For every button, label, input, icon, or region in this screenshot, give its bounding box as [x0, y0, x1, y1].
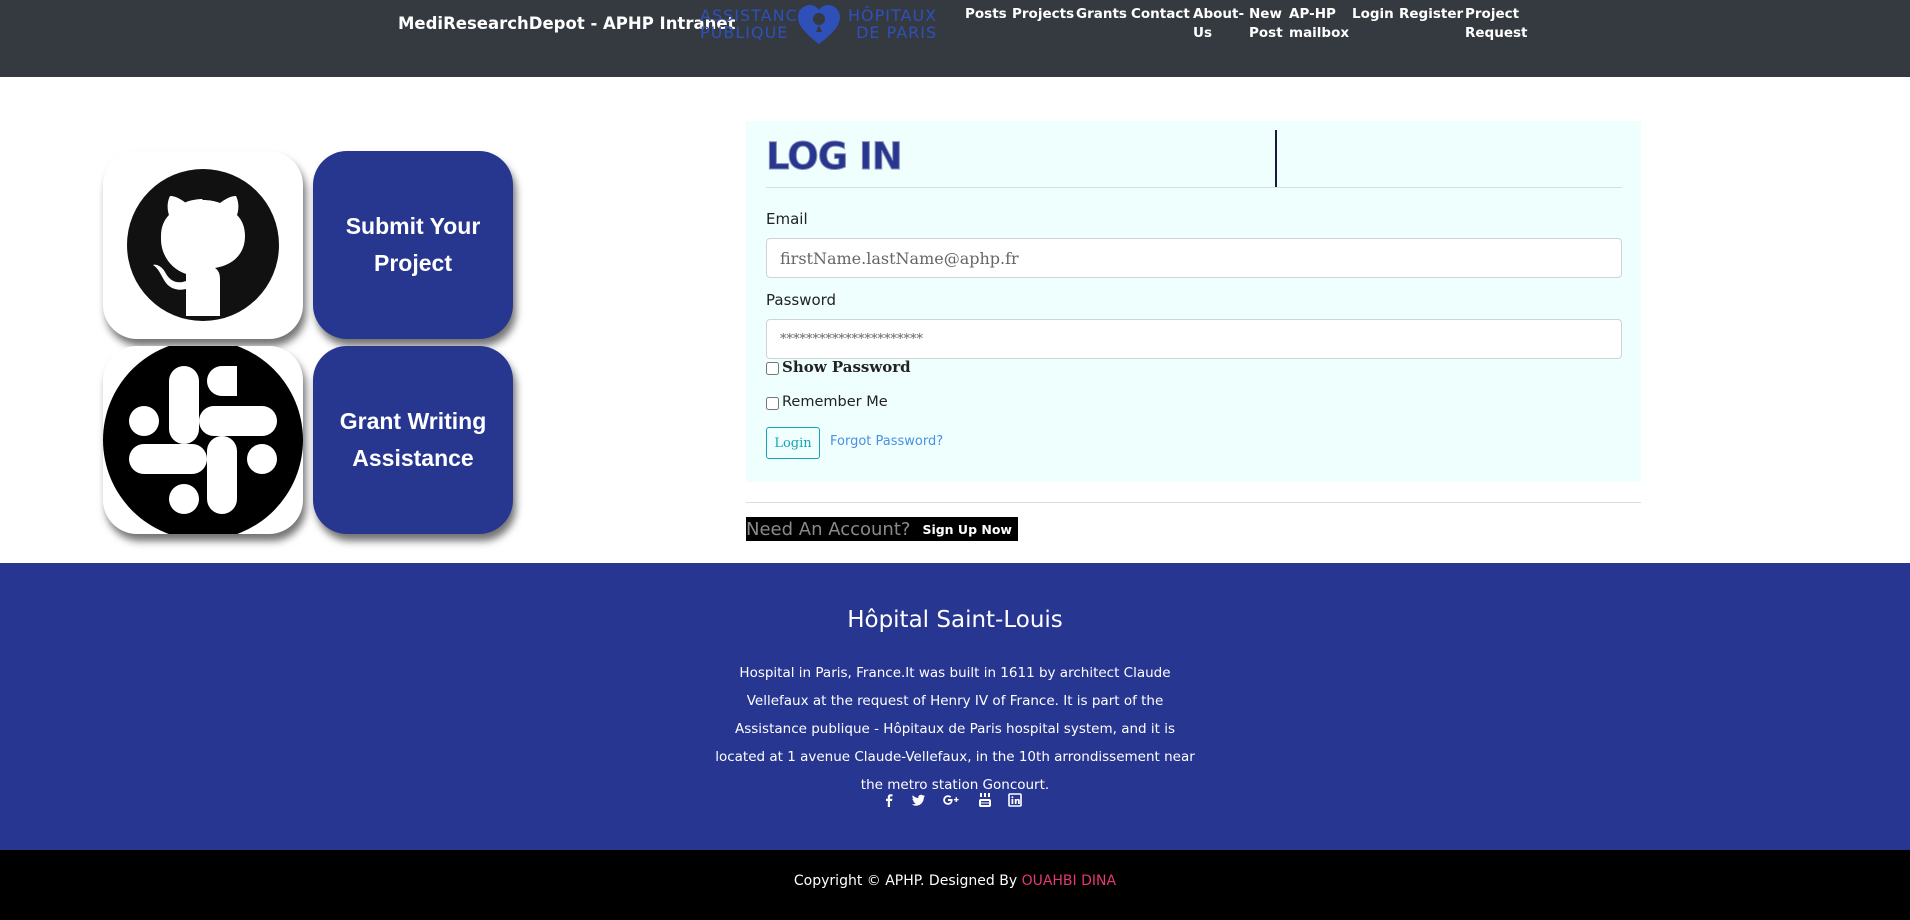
copyright-bar: Copyright © APHP. Designed By OUAHBI DIN…	[0, 850, 1910, 920]
submit-project-tile[interactable]: Submit Your Project	[313, 151, 513, 339]
aphp-logo[interactable]: ASSISTANCE PUBLIQUE HÔPITAUX DE PARIS	[700, 4, 938, 46]
logo-text-left: ASSISTANCE PUBLIQUE	[700, 6, 809, 42]
nav-login[interactable]: Login	[1352, 5, 1394, 24]
footer: Hôpital Saint-Louis Hospital in Paris, F…	[0, 563, 1910, 850]
sign-up-link[interactable]: Sign Up Now	[922, 522, 1012, 537]
title-divider	[766, 187, 1622, 188]
nav-about-us[interactable]: About- Us	[1193, 5, 1244, 43]
nav-contact[interactable]: Contact	[1131, 5, 1190, 24]
need-account-text: Need An Account?	[746, 518, 911, 540]
nav-posts[interactable]: Posts	[965, 5, 1007, 24]
social-links	[870, 789, 1040, 811]
email-label: Email	[766, 210, 808, 228]
github-tile[interactable]	[103, 151, 303, 339]
footer-title: Hôpital Saint-Louis	[847, 607, 1063, 633]
nav-grants[interactable]: Grants	[1076, 5, 1127, 24]
show-password-label[interactable]: Show Password	[782, 358, 911, 376]
logo-text-right: HÔPITAUX DE PARIS	[848, 6, 938, 42]
email-field[interactable]	[766, 238, 1622, 278]
footer-description: Hospital in Paris, France.It was built i…	[715, 665, 1195, 793]
linkedin-icon[interactable]	[1004, 789, 1026, 811]
nav-project-request[interactable]: Project Request	[1465, 5, 1527, 43]
login-button[interactable]: Login	[766, 427, 820, 459]
password-label: Password	[766, 291, 837, 309]
grant-writing-tile[interactable]: Grant Writing Assistance	[313, 346, 513, 534]
nav-new-post[interactable]: New Post	[1249, 5, 1283, 43]
top-navbar: MediResearchDepot - APHP Intranet ASSIST…	[0, 0, 1910, 77]
forgot-password-link[interactable]: Forgot Password?	[830, 434, 943, 449]
slack-tile[interactable]	[103, 346, 303, 534]
remember-me-checkbox[interactable]	[766, 397, 779, 410]
remember-me-label[interactable]: Remember Me	[782, 394, 888, 410]
github-icon	[127, 169, 279, 321]
youtube-icon[interactable]	[974, 789, 996, 811]
google-plus-icon[interactable]	[940, 789, 962, 811]
aphp-heart-icon	[798, 5, 840, 44]
show-password-checkbox[interactable]	[766, 362, 779, 375]
password-field[interactable]	[766, 319, 1622, 359]
card-divider	[746, 502, 1641, 503]
twitter-icon[interactable]	[908, 789, 930, 811]
facebook-icon[interactable]	[878, 789, 900, 811]
nav-register[interactable]: Register	[1399, 5, 1463, 24]
login-title: LOG IN	[766, 135, 904, 179]
nav-aphp-mailbox[interactable]: AP-HP mailbox	[1289, 5, 1349, 43]
designer-link[interactable]: OUAHBI DINA	[1022, 873, 1117, 889]
copyright-text: Copyright © APHP. Designed By	[793, 873, 1018, 889]
brand-title[interactable]: MediResearchDepot - APHP Intranet	[398, 14, 735, 33]
nav-projects[interactable]: Projects	[1012, 5, 1074, 24]
need-account-box: Need An Account? Sign Up Now	[746, 517, 1018, 541]
slack-icon	[103, 346, 303, 534]
login-card: LOG IN Email Password Show Password Reme…	[746, 121, 1641, 482]
text-cursor	[1275, 130, 1277, 188]
